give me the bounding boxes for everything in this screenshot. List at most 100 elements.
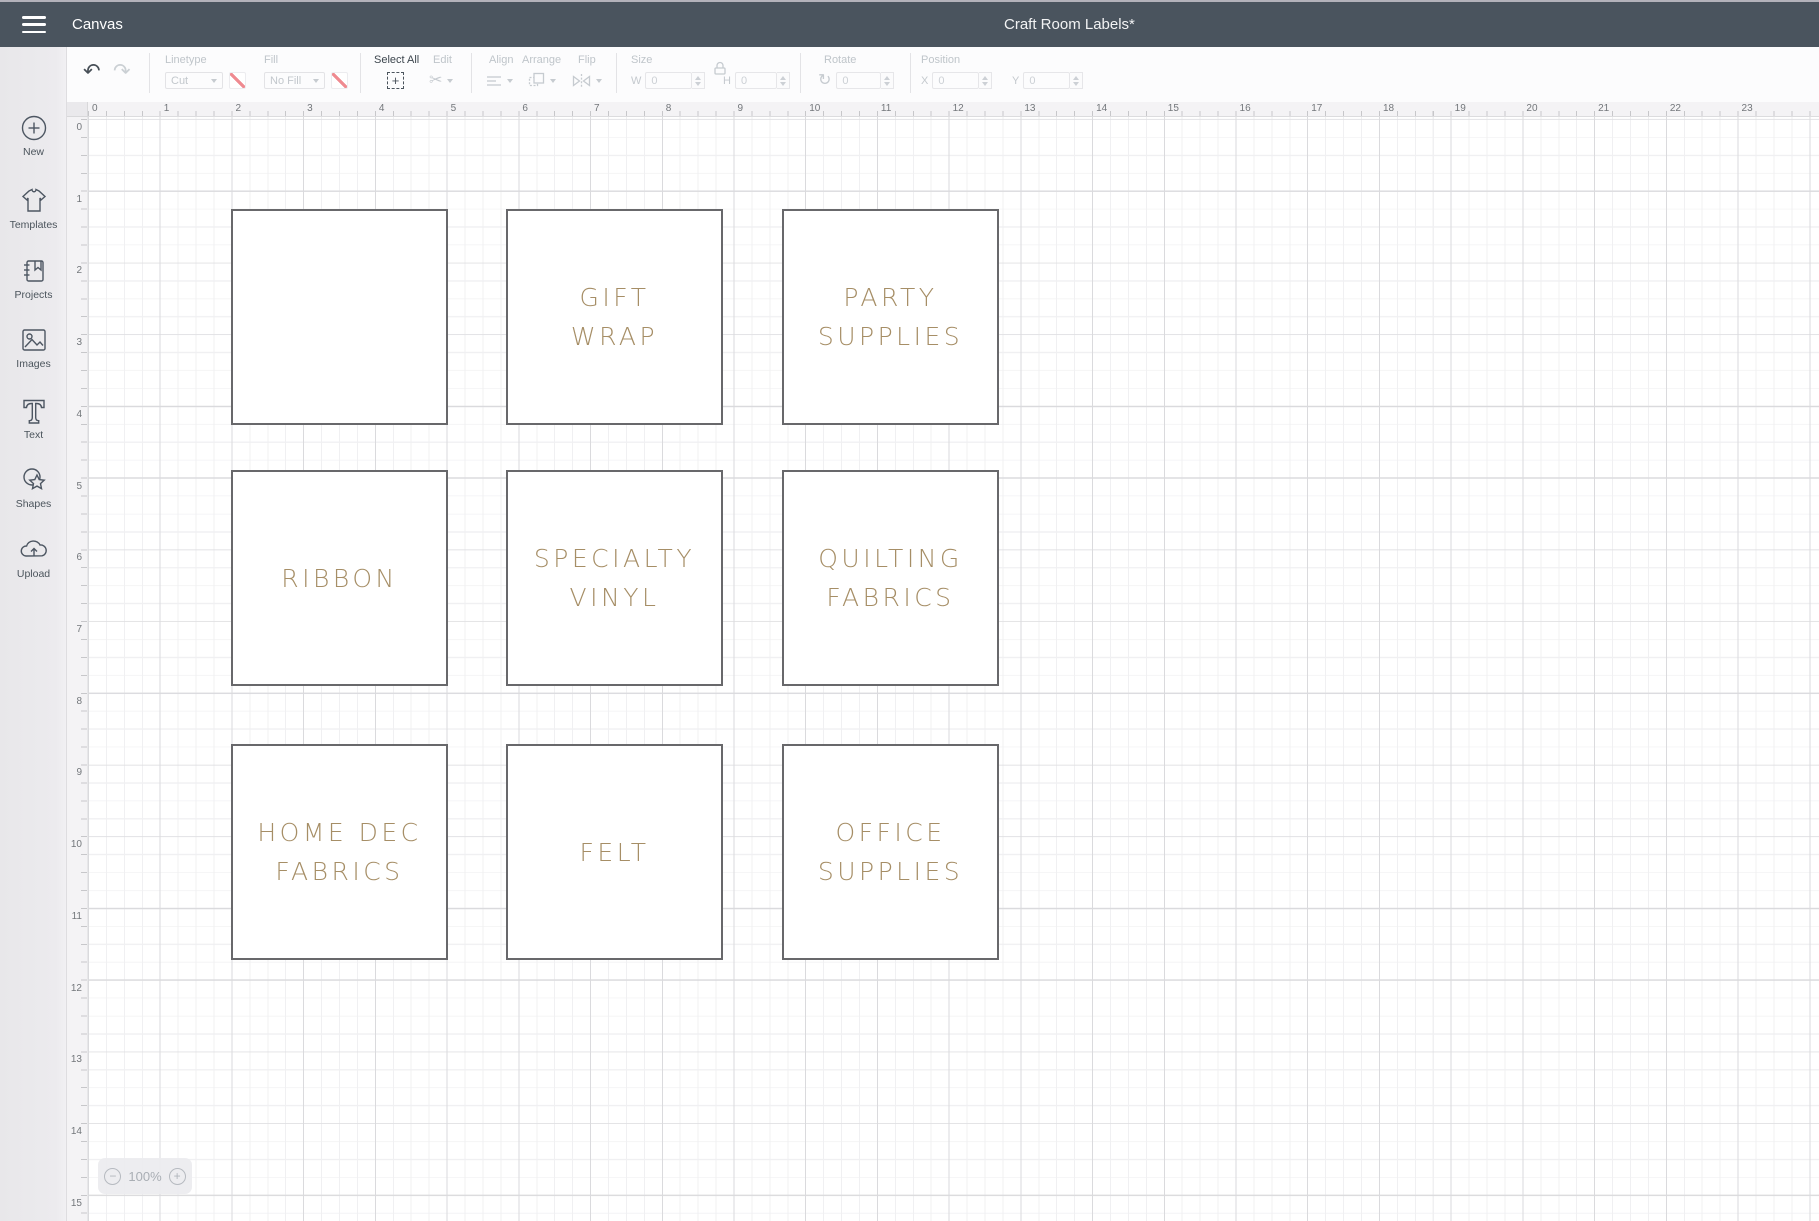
rotate-label: Rotate	[824, 54, 856, 66]
ruler-number: 1	[164, 103, 170, 114]
toolbar-divider	[360, 53, 361, 93]
sidebar-item-upload[interactable]: Upload	[0, 535, 67, 580]
ruler-number: 13	[71, 1054, 82, 1065]
sidebar-item-images[interactable]: Images	[0, 325, 67, 370]
height-stepper[interactable]	[777, 72, 790, 89]
chevron-down-icon	[507, 79, 513, 83]
plus-circle-icon	[0, 113, 67, 143]
ruler-number: 13	[1024, 103, 1035, 114]
zoom-in-button[interactable]: +	[169, 1168, 186, 1185]
fill-select[interactable]: No Fill	[264, 72, 325, 89]
fill-value: No Fill	[270, 75, 301, 87]
ruler-number: 11	[881, 103, 891, 114]
rotate-stepper[interactable]	[881, 72, 894, 89]
position-x-controls: X 0	[921, 72, 992, 89]
ruler-number: 12	[953, 103, 964, 114]
ruler-number: 16	[1240, 103, 1251, 114]
sidebar-item-projects[interactable]: Projects	[0, 256, 67, 301]
tile-label-line: SUPPLIES	[818, 317, 963, 356]
rotate-input[interactable]: 0	[836, 72, 881, 89]
ruler-number: 8	[666, 103, 672, 114]
width-input[interactable]: 0	[645, 72, 692, 89]
toolbar-divider	[800, 53, 801, 93]
toolbar-divider	[910, 53, 911, 93]
position-y-input[interactable]: 0	[1023, 72, 1070, 89]
tile-label-line: FELT	[580, 833, 650, 872]
tile-label-line: FABRICS	[826, 578, 954, 617]
ruler-number: 10	[809, 103, 820, 114]
document-title: Craft Room Labels*	[1004, 2, 1135, 47]
ruler-number: 5	[451, 103, 457, 114]
sidebar-item-templates[interactable]: Templates	[0, 186, 67, 231]
size-controls: W 0	[631, 72, 705, 89]
canvas-tile[interactable]: SPECIALTYVINYL	[506, 470, 723, 686]
ruler-number: 23	[1742, 103, 1753, 114]
arrange-layers-icon	[528, 72, 545, 89]
ruler-number: 17	[1311, 103, 1322, 114]
tile-label-line: WRAP	[571, 317, 658, 356]
notebook-icon	[0, 256, 67, 286]
sidebar-item-label: Projects	[0, 289, 67, 301]
ruler-number: 18	[1383, 103, 1394, 114]
flip-label: Flip	[578, 54, 596, 66]
linetype-select[interactable]: Cut	[165, 72, 223, 89]
canvas-tile[interactable]: RIBBON	[231, 470, 448, 686]
sidebar-item-label: Templates	[0, 219, 67, 231]
redo-icon[interactable]: ↷	[113, 59, 131, 85]
canvas-tile[interactable]: HOME DECFABRICS	[231, 744, 448, 960]
canvas-tile[interactable]: GIFTWRAP	[506, 209, 723, 425]
position-x-stepper[interactable]	[979, 72, 992, 89]
ruler-number: 4	[76, 409, 82, 420]
canvas-tile[interactable]: OFFICESUPPLIES	[782, 744, 999, 960]
position-y-controls: Y 0	[1012, 72, 1083, 89]
linetype-label: Linetype	[165, 54, 207, 66]
ruler-number: 4	[379, 103, 385, 114]
width-axis-label: W	[631, 75, 641, 87]
sidebar-item-label: New	[0, 146, 67, 158]
ruler-number: 8	[76, 696, 82, 707]
fill-color-swatch[interactable]	[331, 72, 348, 89]
width-stepper[interactable]	[692, 72, 705, 89]
tile-label-line: QUILTING	[818, 539, 963, 578]
linetype-color-swatch[interactable]	[229, 72, 246, 89]
zoom-out-button[interactable]: −	[104, 1168, 121, 1185]
chevron-down-icon	[447, 79, 453, 83]
rotate-icon[interactable]: ↻	[818, 72, 831, 89]
canvas-tile[interactable]: PARTYSUPPLIES	[782, 209, 999, 425]
toolbar-divider	[471, 53, 472, 93]
edit-toolbar: ↶ ↷ Linetype Cut Fill No Fill Select All…	[67, 47, 1819, 103]
tile-label-line: GIFT	[580, 278, 650, 317]
ruler-number: 7	[76, 624, 82, 635]
tile-label-line: FABRICS	[275, 852, 403, 891]
canvas-tile[interactable]: FELT	[506, 744, 723, 960]
height-controls: H 0	[723, 72, 790, 89]
ruler-corner	[67, 102, 88, 117]
height-input[interactable]: 0	[735, 72, 777, 89]
sidebar-item-text[interactable]: Text	[0, 396, 67, 441]
shapes-icon	[0, 465, 67, 495]
chevron-down-icon	[211, 79, 217, 83]
position-x-input[interactable]: 0	[932, 72, 979, 89]
ruler-number: 21	[1598, 103, 1609, 114]
select-all-icon: +	[387, 72, 404, 89]
x-axis-label: X	[921, 75, 928, 87]
ruler-number: 15	[71, 1198, 82, 1209]
align-button[interactable]	[486, 72, 513, 89]
canvas-tile[interactable]: QUILTINGFABRICS	[782, 470, 999, 686]
align-lines-icon	[486, 74, 502, 88]
tshirt-icon	[0, 186, 67, 216]
arrange-label: Arrange	[522, 54, 561, 66]
edit-button[interactable]: ✂	[429, 72, 453, 89]
horizontal-ruler: 01234567891011121314151617181920212223	[67, 102, 1819, 117]
menu-icon[interactable]	[22, 16, 46, 33]
position-y-stepper[interactable]	[1070, 72, 1083, 89]
toolbar-divider	[616, 53, 617, 93]
undo-icon[interactable]: ↶	[83, 59, 101, 85]
flip-button[interactable]	[572, 72, 602, 89]
sidebar-item-new[interactable]: New	[0, 113, 67, 158]
select-all-button[interactable]: +	[387, 72, 404, 89]
sidebar-item-shapes[interactable]: Shapes	[0, 465, 67, 510]
arrange-button[interactable]	[528, 72, 556, 89]
canvas-tile[interactable]	[231, 209, 448, 425]
zoom-level: 100%	[128, 1169, 161, 1184]
